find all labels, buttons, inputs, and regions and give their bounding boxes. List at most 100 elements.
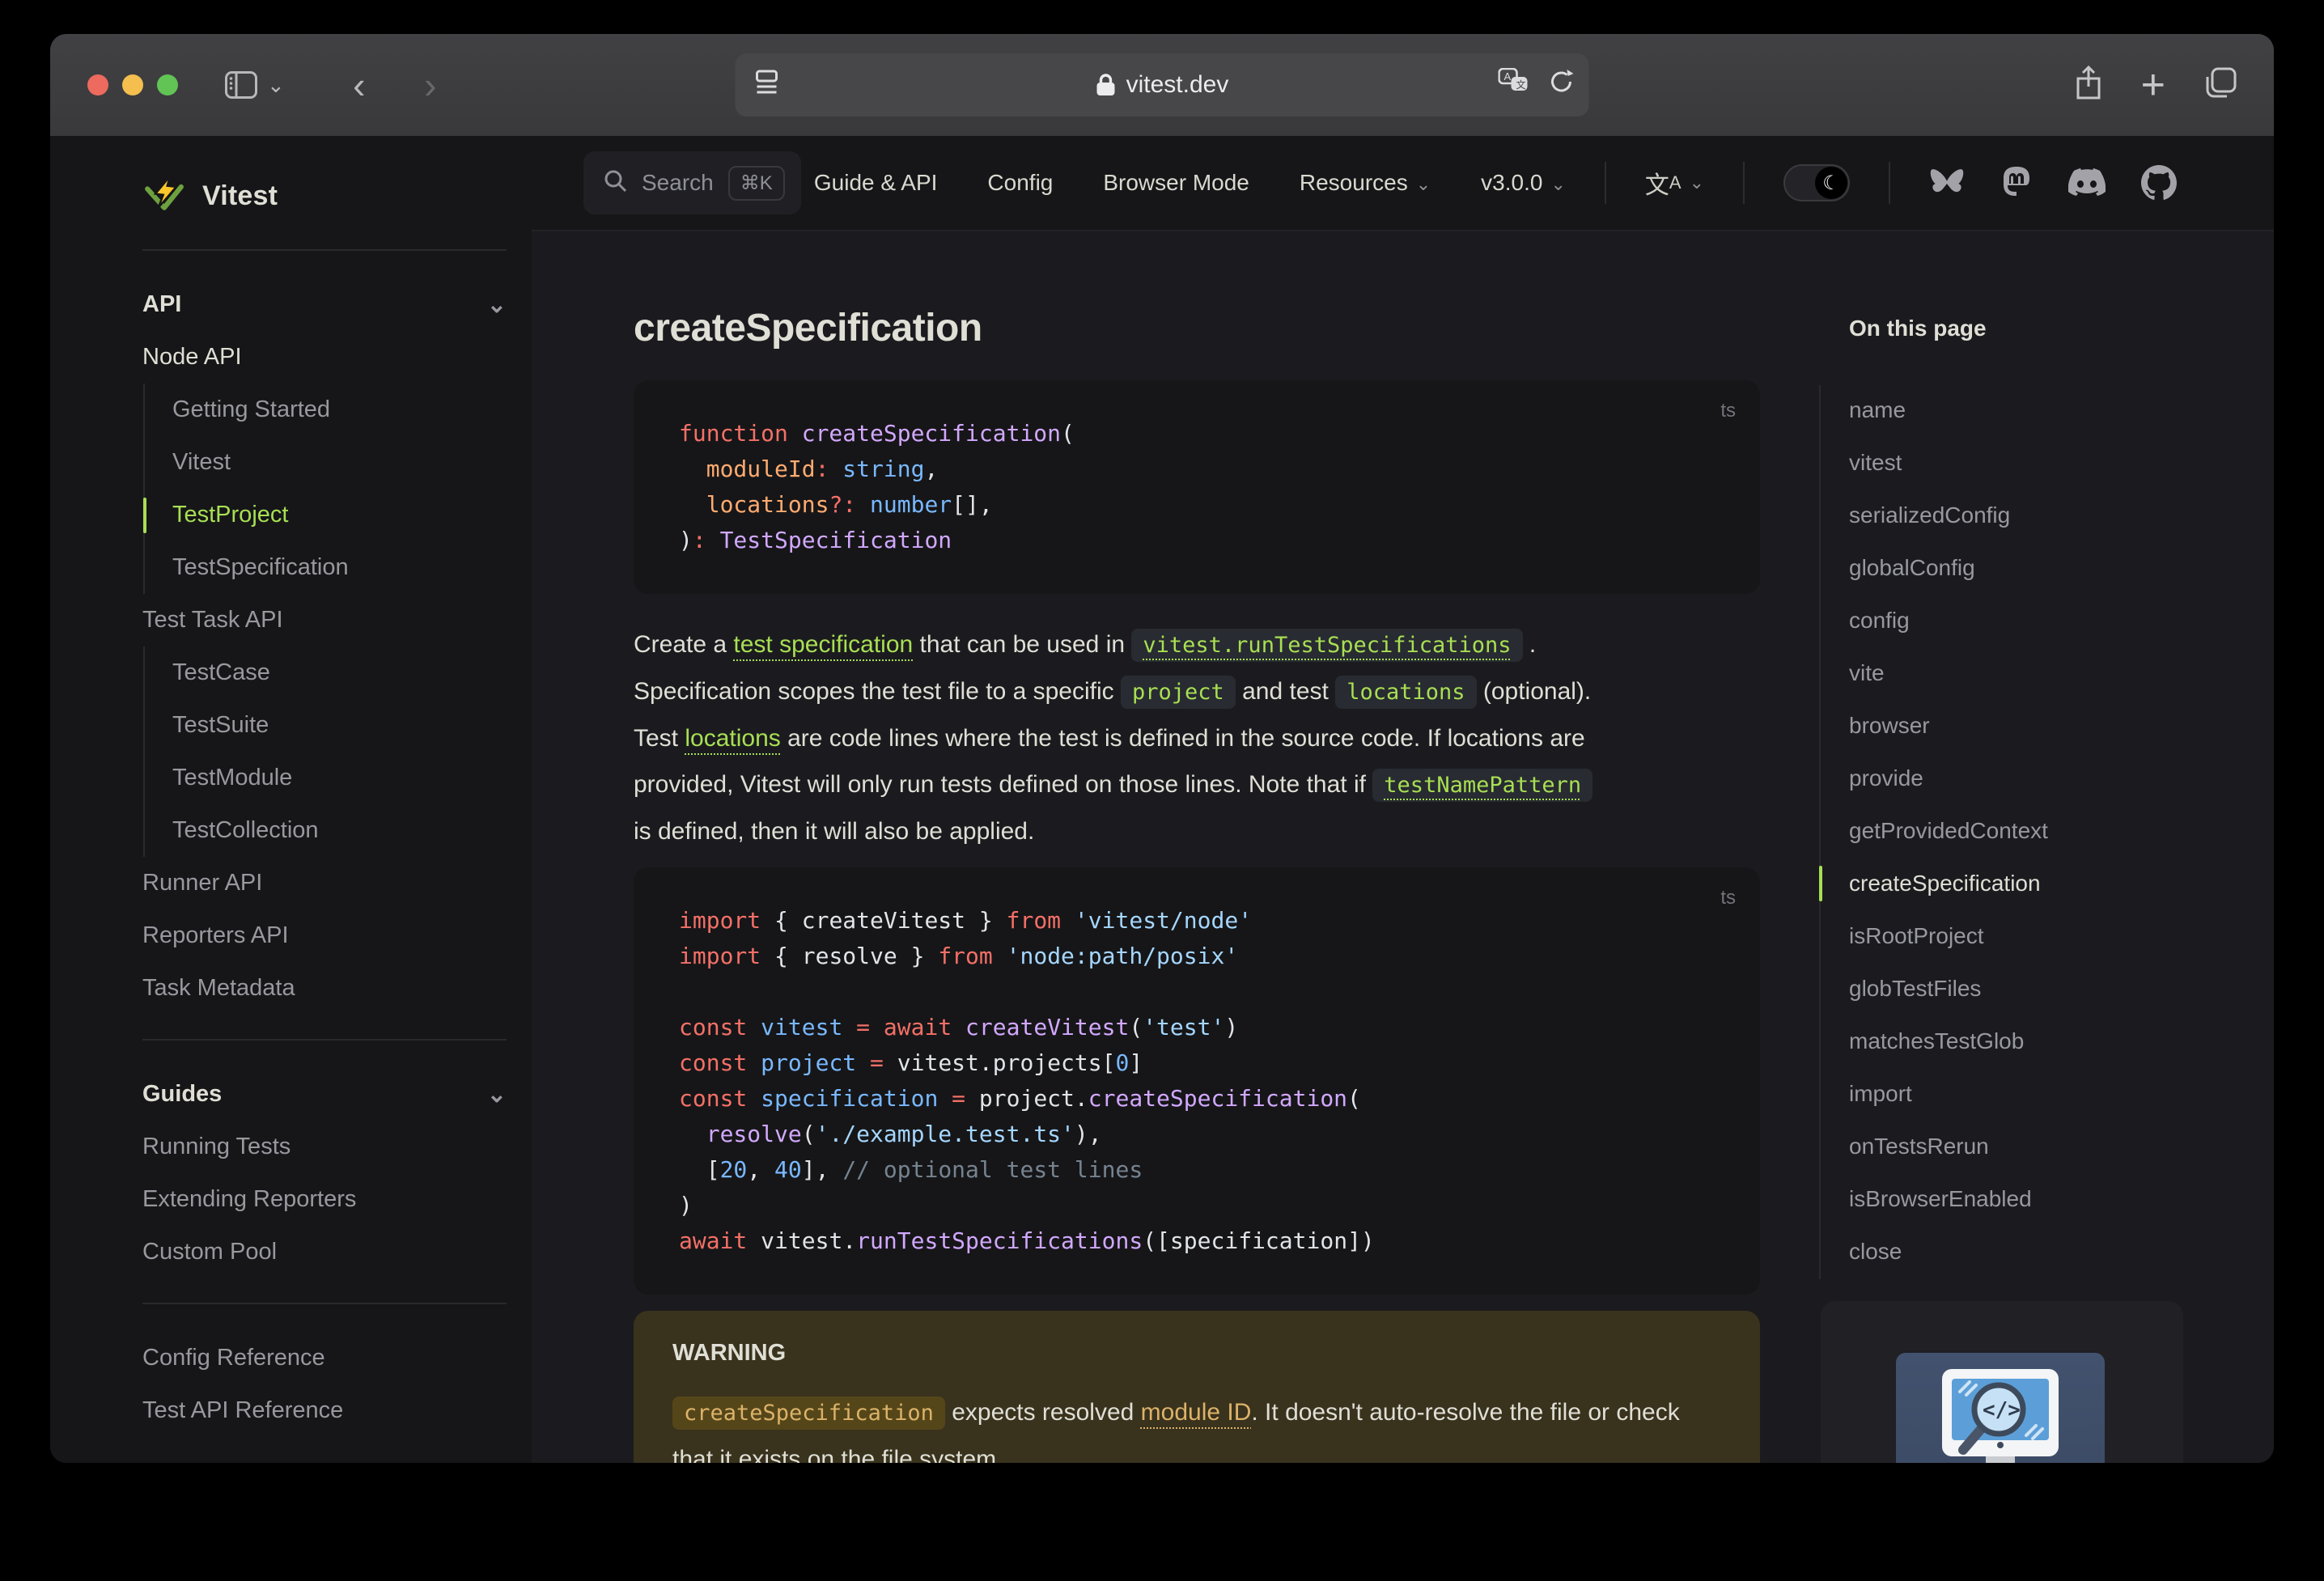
outline-item-browser[interactable]: browser [1849, 699, 2274, 752]
outline-item-isbrowserenabled[interactable]: isBrowserEnabled [1849, 1172, 2274, 1225]
sidebar-item-test-task-api[interactable]: Test Task API [142, 594, 532, 646]
sidebar-item-running-tests[interactable]: Running Tests [142, 1121, 532, 1173]
site-header: Search ⌘K Guide & API Config Browser Mode R… [532, 136, 2274, 231]
svg-text:文: 文 [1516, 78, 1526, 91]
sidebar-item-vitest[interactable]: Vitest [172, 436, 532, 489]
reader-icon[interactable] [753, 68, 781, 102]
close-window-button[interactable] [87, 74, 108, 95]
inline-code-link[interactable]: testNamePattern [1372, 769, 1593, 802]
outline-item-config[interactable]: config [1849, 594, 2274, 646]
code-block-example[interactable]: ts import { createVitest } from 'vitest/… [634, 867, 1760, 1295]
theme-toggle[interactable]: ☾ [1783, 164, 1850, 201]
top-nav: Guide & API Config Browser Mode Resources ⌄ v… [814, 162, 2177, 204]
nav-link-resources[interactable]: Resources ⌄ [1300, 170, 1431, 196]
inline-code: locations [1335, 676, 1477, 709]
text-line: that it exists on the file system. [672, 1446, 1003, 1463]
address-bar[interactable]: vitest.dev A文 [735, 53, 1589, 117]
code-line: resolve('./example.test.ts'), [706, 1121, 1102, 1147]
sidebar-item-testproject[interactable]: TestProject [143, 489, 532, 541]
outline-item-ontestsrerun[interactable]: onTestsRerun [1849, 1120, 2274, 1172]
social-links [1929, 165, 2177, 201]
bluesky-icon[interactable] [1929, 167, 1965, 199]
code-line: locations?: number[], [706, 491, 993, 518]
browser-window: ⌄ ‹ › vitest.dev A文 + Vitest API ⌄ Node … [50, 34, 2274, 1463]
outline-item-serializedconfig[interactable]: serializedConfig [1849, 489, 2274, 541]
sponsor-illustration: </> [1896, 1353, 2105, 1463]
sidebar-nested-group: Getting Started Vitest TestProject TestSpec… [143, 384, 532, 594]
inline-link[interactable]: locations [685, 725, 780, 752]
reload-icon[interactable] [1549, 69, 1575, 101]
outline-item-getprovidedcontext[interactable]: getProvidedContext [1849, 804, 2274, 857]
nav-link-config[interactable]: Config [987, 170, 1053, 196]
sidebar-item-testcase[interactable]: TestCase [172, 646, 532, 699]
search-input[interactable]: Search ⌘K [583, 151, 801, 214]
code-line: const specification = project.createSpec… [679, 1085, 1361, 1112]
sidebar-section-guides[interactable]: Guides ⌄ [142, 1068, 507, 1121]
svg-text:A: A [1504, 70, 1512, 83]
back-icon[interactable]: ‹ [341, 66, 377, 104]
share-icon[interactable] [2073, 65, 2104, 105]
sidebar-item-node-api[interactable]: Node API [142, 331, 532, 384]
outline-item-vite[interactable]: vite [1849, 646, 2274, 699]
outline-item-import[interactable]: import [1849, 1067, 2274, 1120]
sidebar-item-testmodule[interactable]: TestModule [172, 752, 532, 804]
outline-item-globalconfig[interactable]: globalConfig [1849, 541, 2274, 594]
chevron-down-icon: ⌄ [1550, 174, 1566, 194]
inline-code: project [1120, 676, 1236, 709]
sidebar-item-testsuite[interactable]: TestSuite [172, 699, 532, 752]
code-line: ): TestSpecification [679, 527, 952, 553]
nav-separator [1889, 162, 1890, 204]
sidebar-item-custom-pool[interactable]: Custom Pool [142, 1226, 532, 1278]
new-tab-icon[interactable]: + [2141, 61, 2165, 109]
sidebar-item-task-metadata[interactable]: Task Metadata [142, 962, 532, 1015]
sidebar-item-testcollection[interactable]: TestCollection [172, 804, 532, 857]
sidebar-section-api[interactable]: API ⌄ [142, 278, 507, 331]
mastodon-icon[interactable] [2000, 166, 2033, 200]
zoom-window-button[interactable] [157, 74, 178, 95]
tabs-overview-icon[interactable] [2203, 66, 2238, 105]
sidebar-item-extending-reporters[interactable]: Extending Reporters [142, 1173, 532, 1226]
tab-group-chevron-icon[interactable]: ⌄ [267, 73, 285, 98]
outline-item-isrootproject[interactable]: isRootProject [1849, 909, 2274, 962]
bolt-icon [145, 175, 184, 210]
outline-item-vitest[interactable]: vitest [1849, 436, 2274, 489]
inline-link[interactable]: module ID [1141, 1399, 1252, 1426]
code-block-signature[interactable]: ts function createSpecification( moduleI… [634, 380, 1760, 594]
inline-code-link[interactable]: vitest.runTestSpecifications [1131, 629, 1523, 662]
vitest-logo[interactable]: Vitest [142, 167, 532, 225]
translate-icon[interactable]: A文 [1498, 67, 1531, 102]
sidebar-item-reporters-api[interactable]: Reporters API [142, 909, 532, 962]
doc-article: createSpecification ts function createSp… [634, 231, 1760, 1463]
sidebar-nested-group: TestCase TestSuite TestModule TestCollectio… [143, 646, 532, 857]
sidebar-divider [142, 249, 507, 251]
sidebar-item-testspecification[interactable]: TestSpecification [172, 541, 532, 594]
sidebar-item-runner-api[interactable]: Runner API [142, 857, 532, 909]
outline-item-name[interactable]: name [1849, 384, 2274, 436]
outline-item-close[interactable]: close [1849, 1225, 2274, 1278]
nav-link-browser-mode[interactable]: Browser Mode [1103, 170, 1249, 196]
magnifier-code-illustration: </> [1942, 1369, 2059, 1463]
outline-item-globtestfiles[interactable]: globTestFiles [1849, 962, 2274, 1015]
outline-item-provide[interactable]: provide [1849, 752, 2274, 804]
language-icon[interactable]: 文 A ⌄ [1645, 165, 1704, 201]
nav-link-guide-api[interactable]: Guide & API [814, 170, 938, 196]
minimize-window-button[interactable] [122, 74, 143, 95]
description-paragraph: Create a test specification that can be … [634, 621, 1760, 854]
sponsor-card[interactable]: </> [1821, 1301, 2183, 1463]
inline-link[interactable]: test specification [733, 631, 913, 658]
sidebar-item-test-api-reference[interactable]: Test API Reference [142, 1384, 532, 1437]
outline-item-matchestestglob[interactable]: matchesTestGlob [1849, 1015, 2274, 1067]
chevron-down-icon: ⌄ [486, 1082, 507, 1108]
sidebar-item-getting-started[interactable]: Getting Started [172, 384, 532, 436]
nav-separator [1743, 162, 1745, 204]
sidebar-item-config-reference[interactable]: Config Reference [142, 1332, 532, 1384]
sidebar-toggle-icon[interactable] [223, 67, 259, 103]
chevron-down-icon: ⌄ [486, 292, 507, 318]
code-lang-label: ts [1720, 887, 1736, 909]
discord-icon[interactable] [2068, 168, 2106, 197]
code-line: const vitest = await createVitest('test'… [679, 1014, 1239, 1041]
outline-item-createspecification[interactable]: createSpecification [1819, 857, 2274, 909]
github-icon[interactable] [2141, 165, 2177, 201]
nav-link-v3-0-0[interactable]: v3.0.0 ⌄ [1481, 170, 1566, 196]
